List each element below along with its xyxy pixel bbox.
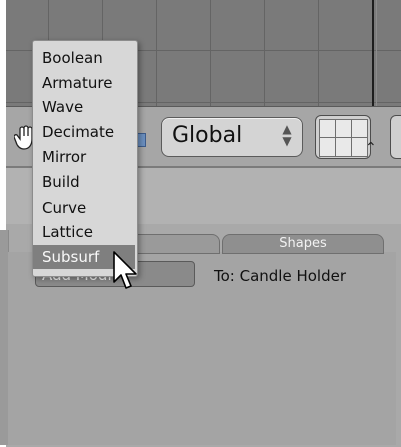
menu-item-label: Armature [42,74,113,92]
menu-item-build[interactable]: Build [33,170,135,194]
menu-item-label: Curve [42,199,87,217]
menu-item-mirror[interactable]: Mirror [33,145,135,169]
add-modifier-menu: Boolean Armature Wave Decimate Mirror Bu… [32,40,138,277]
mouse-pointer-icon [113,251,137,289]
viewport-divider-highlight [376,0,377,106]
menu-item-label: Mirror [42,148,87,166]
layer-cell[interactable] [335,119,352,139]
transform-orientation-select[interactable]: Global ▲ ▼ [161,117,303,157]
transform-orientation-label: Global [172,123,243,148]
up-down-arrows-icon: ▲ ▼ [282,122,292,148]
tab-shapes-label: Shapes [279,236,327,251]
menu-item-label: Boolean [42,49,103,67]
tab-shapes[interactable]: Shapes [222,234,384,254]
menu-item-label: Subsurf [42,248,100,266]
menu-item-decimate[interactable]: Decimate [33,120,135,144]
menu-item-label: Lattice [42,223,93,241]
layer-grid-button[interactable] [315,115,371,159]
menu-item-wave[interactable]: Wave [33,95,135,119]
layer-cell[interactable] [335,137,352,157]
menu-item-label: Decimate [42,123,115,141]
menu-item-boolean[interactable]: Boolean [33,46,135,70]
layer-cell[interactable] [319,119,336,139]
layer-cell[interactable] [319,137,336,157]
menu-item-label: Build [42,173,80,191]
header-edge-button[interactable] [390,115,401,159]
area-corner-icon[interactable]: ⌃ [365,140,383,160]
menu-item-lattice[interactable]: Lattice [33,220,135,244]
menu-item-curve[interactable]: Curve [33,196,135,220]
menu-item-armature[interactable]: Armature [33,71,135,95]
viewport-divider [372,0,374,106]
modifier-target-label: To: Candle Holder [214,267,347,285]
menu-item-label: Wave [42,98,84,116]
layer-cell[interactable] [351,119,368,139]
